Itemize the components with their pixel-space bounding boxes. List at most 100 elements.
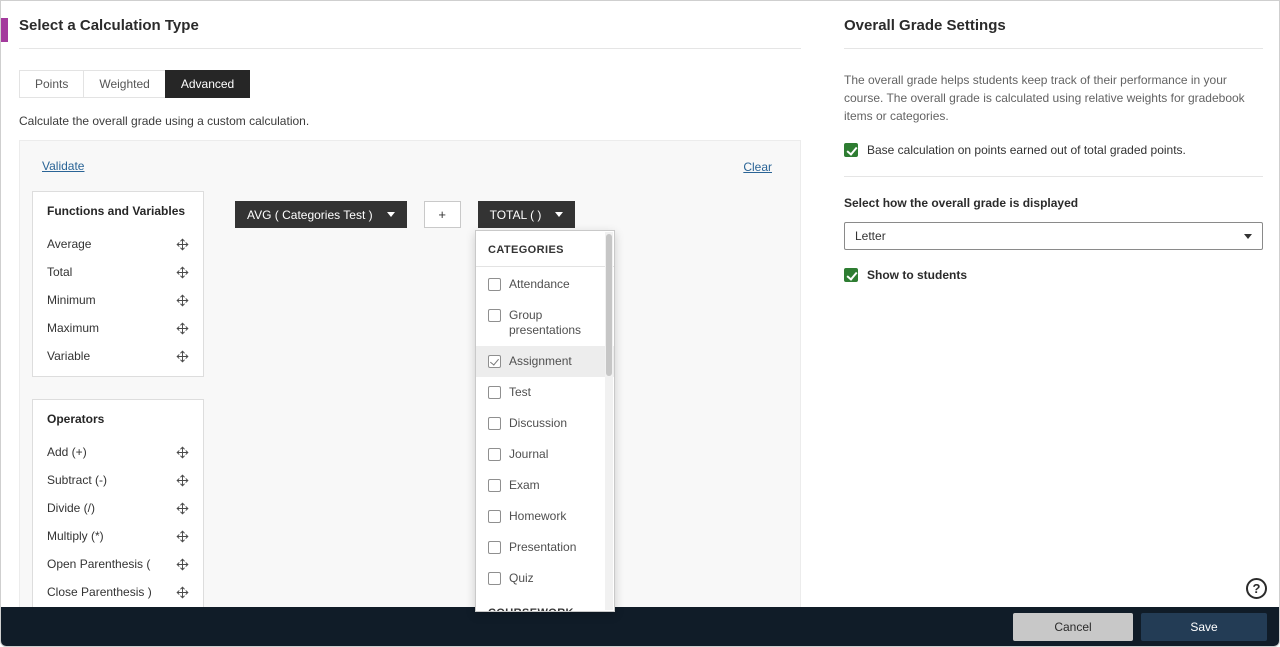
move-icon [176,558,189,570]
category-checkbox[interactable] [488,355,501,368]
function-item-label: Average [47,237,92,251]
operators-list: Add (+) Subtract (-) Divide (/) Multiply (*… [47,438,189,606]
help-glyph: ? [1252,581,1261,596]
function-item-label: Total [47,265,73,279]
help-icon[interactable]: ? [1246,578,1267,599]
title-divider [19,48,801,49]
move-icon [176,238,189,250]
category-checkbox[interactable] [488,479,501,492]
settings-description: The overall grade helps students keep tr… [844,73,1245,123]
cancel-button[interactable]: Cancel [1013,612,1133,641]
categories-section-header: CATEGORIES [476,231,614,267]
operator-item-label: Subtract (-) [47,473,108,487]
display-mode-label: Select how the overall grade is displaye… [844,196,1079,210]
accent-bar [1,18,8,42]
category-label: Presentation [509,540,577,554]
operator-item[interactable]: Divide (/) [47,494,189,522]
operator-item[interactable]: Open Parenthesis ( [47,550,189,578]
plus-operator-chip[interactable]: + [423,201,461,228]
category-checkbox[interactable] [488,417,501,430]
function-item-label: Maximum [47,321,100,335]
base-calculation-label: Base calculation on points earned out of… [867,142,1186,157]
category-label: Exam [509,478,540,492]
category-checkbox[interactable] [488,309,501,322]
tab-advanced[interactable]: Advanced [164,70,251,98]
operator-item[interactable]: Multiply (*) [47,522,189,550]
clear-link[interactable]: Clear [743,160,772,174]
avg-function-chip[interactable]: AVG ( Categories Test ) [235,201,407,228]
move-icon [176,502,189,514]
operators-card: Operators Add (+) Subtract (-) Divide (/) M… [32,399,204,612]
operator-item-label: Multiply (*) [47,529,104,543]
category-label: Assignment [509,354,572,368]
calculation-subtitle: Calculate the overall grade using a cust… [19,114,310,128]
show-to-students-label: Show to students [867,267,967,282]
settings-title-divider [844,48,1263,49]
category-label: Test [509,385,532,399]
show-to-students-row[interactable]: Show to students [844,267,1263,282]
category-checkbox[interactable] [488,541,501,554]
functions-card: Functions and Variables Average Total Mini… [32,191,204,377]
category-label: Group presentations [509,308,582,337]
tab-points[interactable]: Points [19,70,85,98]
function-item[interactable]: Minimum [47,286,189,314]
grade-display-select[interactable]: Letter [844,222,1263,250]
category-option[interactable]: Presentation [476,532,614,563]
category-option[interactable]: Test [476,377,614,408]
settings-title: Overall Grade Settings [844,17,1006,34]
category-option[interactable]: Group presentations [476,300,614,346]
function-item-label: Variable [47,349,91,363]
move-icon [176,266,189,278]
category-checkbox[interactable] [488,278,501,291]
tab-weighted[interactable]: Weighted [83,70,166,98]
chevron-down-icon [1244,233,1252,239]
category-label: Attendance [509,277,570,291]
category-option[interactable]: Homework [476,501,614,532]
calculation-type-tabs: Points Weighted Advanced [19,70,801,98]
category-checkbox[interactable] [488,572,501,585]
operator-item-label: Open Parenthesis ( [47,557,151,571]
base-calculation-row[interactable]: Base calculation on points earned out of… [844,142,1263,157]
chevron-down-icon [555,212,564,217]
function-item[interactable]: Maximum [47,314,189,342]
calculation-editor: Validate Clear Functions and Variables A… [19,140,801,612]
dropdown-scrollbar[interactable] [605,232,613,610]
operator-item-label: Divide (/) [47,501,96,515]
category-label: Journal [509,447,549,461]
category-option[interactable]: Exam [476,470,614,501]
function-item[interactable]: Average [47,230,189,258]
move-icon [176,446,189,458]
category-checkbox[interactable] [488,510,501,523]
calculation-type-panel: Select a Calculation Type Points Weighte… [19,17,801,612]
operator-item[interactable]: Subtract (-) [47,466,189,494]
function-item[interactable]: Variable [47,342,189,370]
category-option[interactable]: Assignment [476,346,614,377]
move-icon [176,294,189,306]
chevron-down-icon [386,212,395,217]
operator-item[interactable]: Add (+) [47,438,189,466]
category-checkbox[interactable] [488,448,501,461]
show-to-students-checkbox[interactable] [844,268,858,282]
total-function-chip[interactable]: TOTAL ( ) [477,201,576,228]
category-option[interactable]: Attendance [476,269,614,300]
gradebook-settings-window: Select a Calculation Type Points Weighte… [0,0,1280,647]
category-option[interactable]: Quiz [476,563,614,594]
operator-item-label: Add (+) [47,445,87,459]
scrollbar-thumb[interactable] [606,234,612,376]
category-option[interactable]: Journal [476,439,614,470]
avg-chip-label: AVG ( Categories Test ) [247,207,373,222]
category-checkbox[interactable] [488,386,501,399]
category-option[interactable]: Discussion [476,408,614,439]
function-item[interactable]: Total [47,258,189,286]
footer-bar: Cancel Save [1,607,1279,646]
expression-row: AVG ( Categories Test ) + TOTAL ( ) [235,201,576,228]
page-title: Select a Calculation Type [19,17,199,34]
settings-section-divider [844,176,1263,177]
base-calculation-checkbox[interactable] [844,143,858,157]
category-label: Discussion [509,416,568,430]
validate-link[interactable]: Validate [42,159,84,173]
grade-display-value: Letter [855,229,886,243]
operator-item[interactable]: Close Parenthesis ) [47,578,189,606]
save-button[interactable]: Save [1141,612,1267,641]
operators-card-title: Operators [47,412,105,426]
